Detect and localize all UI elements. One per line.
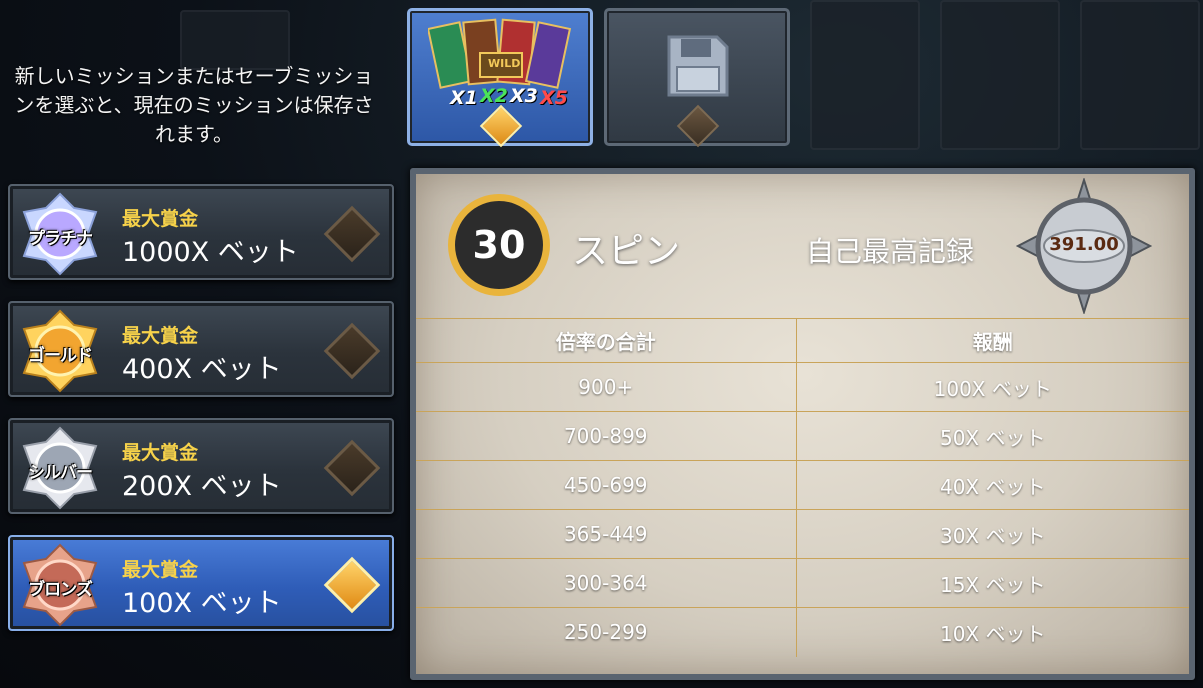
header-multiplier-total: 倍率の合計 <box>416 318 797 363</box>
multiplier-x3: X3 <box>510 85 538 107</box>
background-fragment <box>1080 0 1200 150</box>
multiplier-x2: X2 <box>480 85 508 107</box>
table-cell-reward: 50X ベット <box>796 411 1189 461</box>
table-cell-range: 365-449 <box>416 509 797 559</box>
spins-count: 30 <box>472 223 526 267</box>
mission-title: 最大賞金 <box>122 325 199 347</box>
floppy-disk-icon <box>667 35 729 97</box>
save-mission-card[interactable] <box>604 8 790 148</box>
info-message: 新しいミッションまたはセーブミッションを選ぶと、現在のミッションは保存されます。 <box>14 64 374 146</box>
mission-value: 200X ベット <box>122 471 282 502</box>
table-cell-range: 900+ <box>416 362 797 412</box>
best-record-badge: 391.00 <box>1015 176 1153 316</box>
table-header-row: 倍率の合計 報酬 <box>416 318 1189 363</box>
mission-title: 最大賞金 <box>122 442 199 464</box>
table-row: 250-299 10X ベット <box>416 607 1189 657</box>
table-cell-reward: 15X ベット <box>796 558 1189 608</box>
diamond-icon <box>323 439 381 497</box>
mission-detail-panel: 30 スピン 自己最高記録 391.00 倍率の合計 報酬 900+ 100X … <box>410 168 1195 680</box>
multiplier-x1: X1 <box>450 87 478 109</box>
best-record-label: 自己最高記録 <box>806 235 975 268</box>
table-cell-reward: 40X ベット <box>796 460 1189 510</box>
table-row: 450-699 40X ベット <box>416 460 1189 510</box>
medal-label: ブロンズ <box>28 580 93 600</box>
header-reward: 報酬 <box>796 318 1189 363</box>
background-fragment <box>180 10 290 70</box>
best-record-value: 391.00 <box>1049 234 1119 255</box>
mission-title: 最大賞金 <box>122 208 199 230</box>
mission-platinum-button[interactable]: プラチナ 最大賞金 1000X ベット <box>8 184 394 280</box>
table-cell-reward: 30X ベット <box>796 509 1189 559</box>
wild-label: WILD <box>488 57 521 70</box>
mission-value: 400X ベット <box>122 354 282 385</box>
mission-value: 1000X ベット <box>122 237 299 268</box>
mission-value: 100X ベット <box>122 588 282 619</box>
diamond-icon <box>323 556 381 614</box>
mission-title: 最大賞金 <box>122 559 199 581</box>
mission-bronze-button[interactable]: ブロンズ 最大賞金 100X ベット <box>8 535 394 631</box>
table-cell-range: 450-699 <box>416 460 797 510</box>
medal-label: シルバー <box>28 463 93 483</box>
table-cell-reward: 10X ベット <box>796 607 1189 657</box>
diamond-icon <box>676 104 720 148</box>
diamond-icon <box>323 205 381 263</box>
table-cell-range: 300-364 <box>416 558 797 608</box>
background-fragment <box>940 0 1060 150</box>
diamond-icon <box>323 322 381 380</box>
table-row: 300-364 15X ベット <box>416 558 1189 608</box>
table-cell-reward: 100X ベット <box>796 362 1189 412</box>
table-row: 900+ 100X ベット <box>416 362 1189 412</box>
table-row: 700-899 50X ベット <box>416 411 1189 461</box>
table-cell-range: 700-899 <box>416 411 797 461</box>
medal-label: プラチナ <box>28 229 93 249</box>
mission-gold-button[interactable]: ゴールド 最大賞金 400X ベット <box>8 301 394 397</box>
table-cell-range: 250-299 <box>416 607 797 657</box>
multiplier-mission-card[interactable]: WILD X1 X2 X3 X5 <box>407 8 593 148</box>
multiplier-x5: X5 <box>540 87 568 109</box>
medal-label: ゴールド <box>28 346 93 366</box>
mission-silver-button[interactable]: シルバー 最大賞金 200X ベット <box>8 418 394 514</box>
table-row: 365-449 30X ベット <box>416 509 1189 559</box>
reward-table: 倍率の合計 報酬 900+ 100X ベット 700-899 50X ベット 4… <box>416 318 1189 657</box>
background-fragment <box>810 0 920 150</box>
spins-label: スピン <box>572 231 681 272</box>
spins-counter: 30 <box>448 194 550 296</box>
